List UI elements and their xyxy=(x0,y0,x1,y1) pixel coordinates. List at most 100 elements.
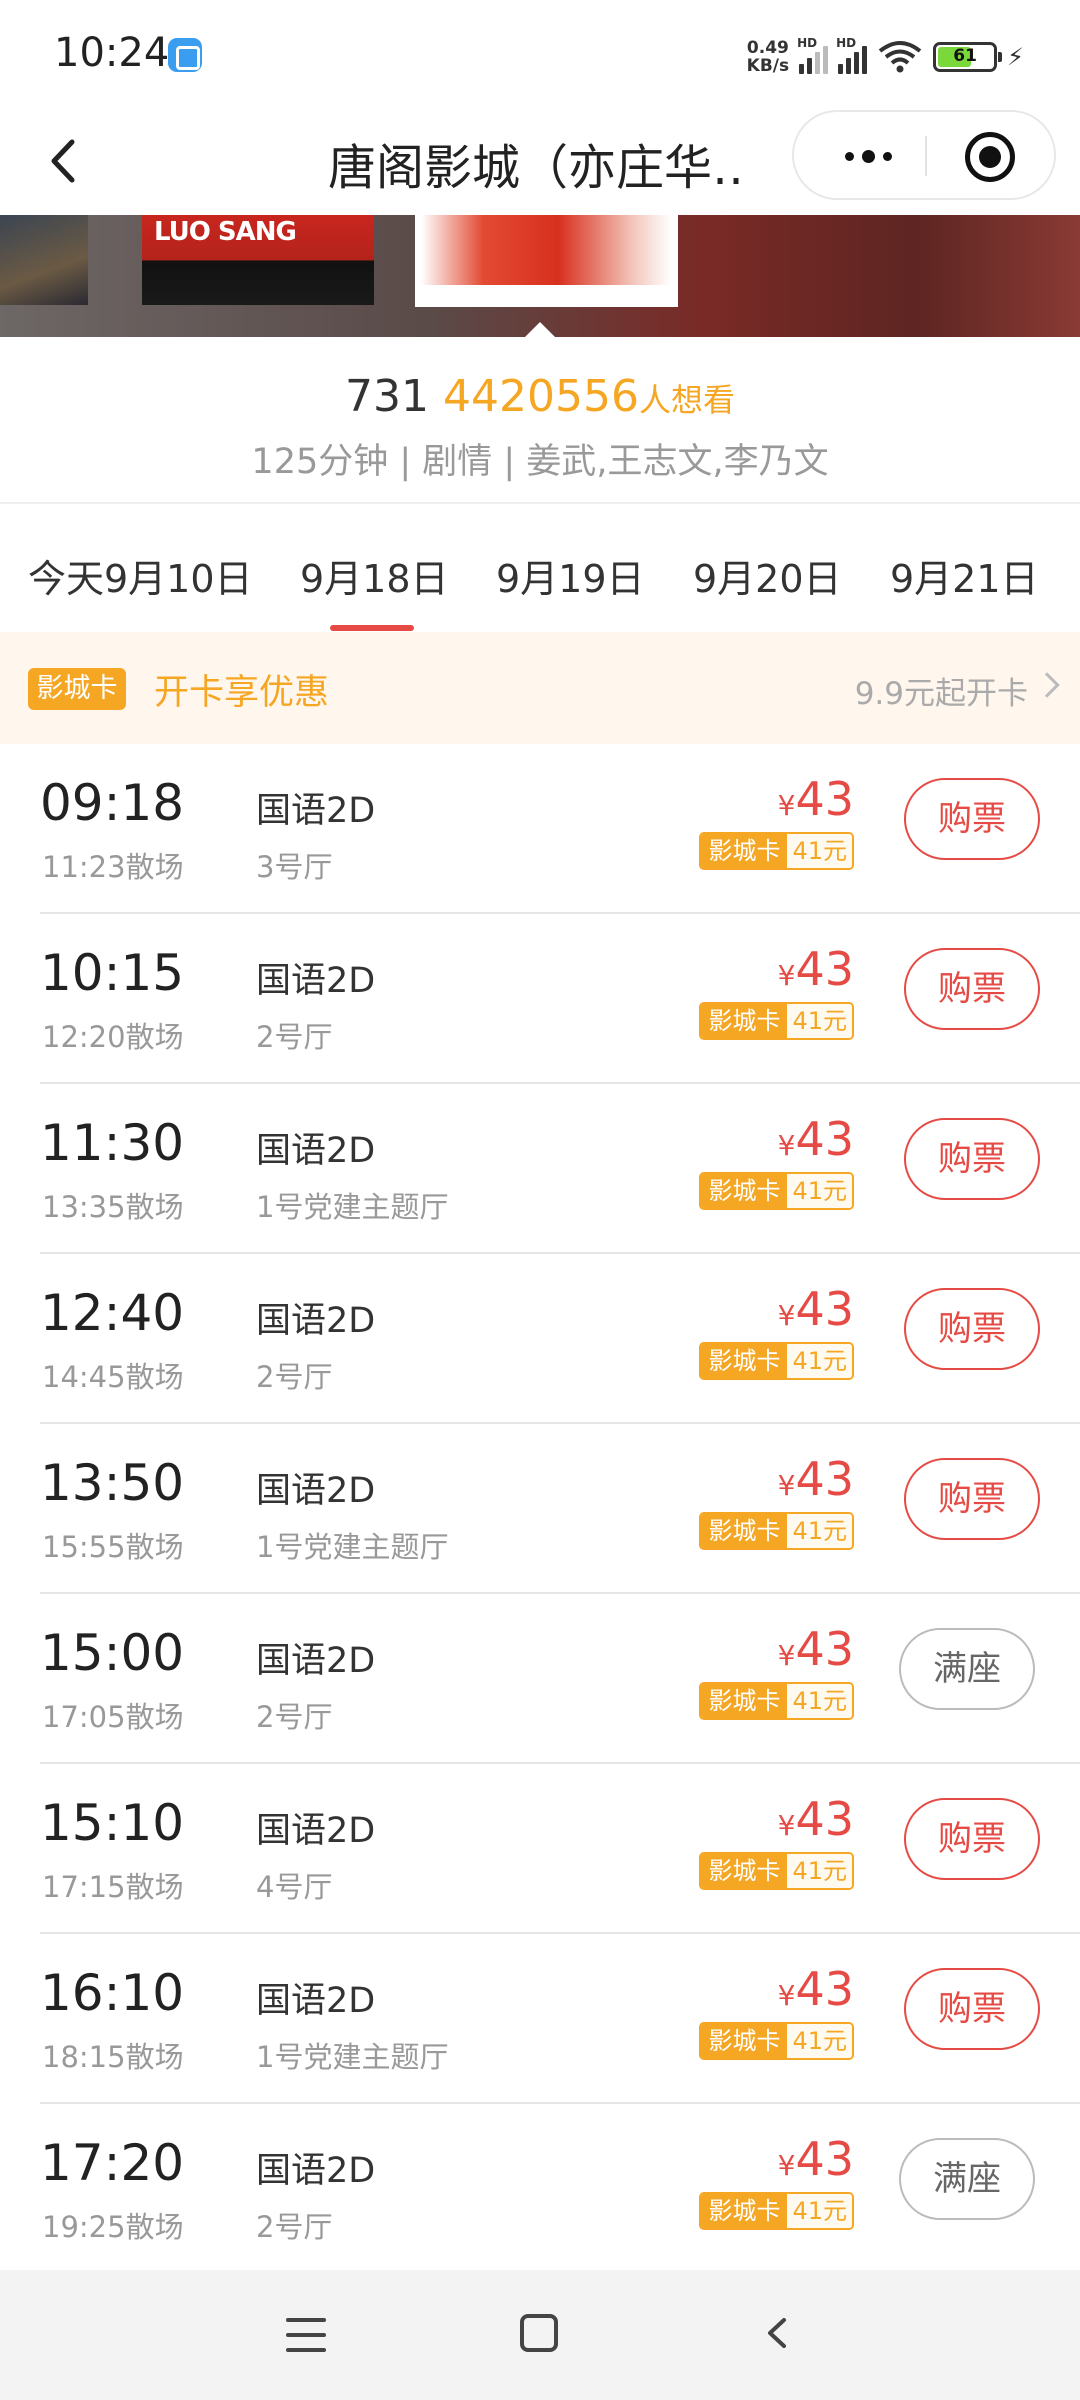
currency-symbol: ¥ xyxy=(777,959,796,992)
card-price-label: 影城卡 xyxy=(701,1684,788,1718)
close-icon[interactable] xyxy=(965,132,1015,182)
showtime-list: 09:18 11:23散场 国语2D 3号厅 ¥43 影城卡 41元 购票 10:… xyxy=(0,744,1080,2270)
charging-icon: ⚡ xyxy=(1007,43,1024,71)
poster-thumbnail[interactable] xyxy=(0,215,88,305)
tab-date-0921[interactable]: 9月21日 xyxy=(890,548,1039,603)
ticket-price: ¥43 xyxy=(778,1962,854,2016)
start-time: 16:10 xyxy=(40,1964,185,2022)
chevron-right-icon xyxy=(1034,672,1060,698)
end-time: 14:45散场 xyxy=(42,1360,184,1394)
poster-thumbnail-selected[interactable] xyxy=(415,215,678,307)
showtime-row[interactable]: 17:20 19:25散场 国语2D 2号厅 ¥43 影城卡 41元 满座 xyxy=(0,2104,1080,2270)
status-indicators: 0.49 KB/s HD HD 61 ⚡ xyxy=(747,34,1024,80)
signal-icon: HD xyxy=(797,36,829,74)
network-speed-value: 0.49 xyxy=(746,38,789,58)
tab-date-0919[interactable]: 9月19日 xyxy=(496,548,645,603)
hall-name: 3号厅 xyxy=(256,850,333,884)
card-price-value: 41元 xyxy=(787,2194,852,2228)
tab-date-0910[interactable]: 今天9月10日 xyxy=(28,548,253,603)
more-icon[interactable] xyxy=(828,132,908,180)
ticket-price: ¥43 xyxy=(778,1792,854,1846)
hall-name: 1号党建主题厅 xyxy=(256,1190,449,1224)
currency-symbol: ¥ xyxy=(777,1809,796,1842)
cinema-card-promo[interactable]: 影城卡 开卡享优惠 9.9元起开卡 xyxy=(0,632,1080,744)
card-price-label: 影城卡 xyxy=(701,1854,788,1888)
ticket-price: ¥43 xyxy=(778,942,854,996)
language-format: 国语2D xyxy=(256,1301,376,1341)
price-amount: 43 xyxy=(795,1622,854,1676)
price-amount: 43 xyxy=(795,772,854,826)
poster-thumbnail[interactable]: LUO SANG xyxy=(142,215,374,305)
card-price-label: 影城卡 xyxy=(701,834,788,868)
showtime-row[interactable]: 13:50 15:55散场 国语2D 1号党建主题厅 ¥43 影城卡 41元 购票 xyxy=(0,1424,1080,1594)
card-price-label: 影城卡 xyxy=(701,1344,788,1378)
price-amount: 43 xyxy=(795,2132,854,2186)
language-format: 国语2D xyxy=(256,961,376,1001)
card-price-value: 41元 xyxy=(787,2024,852,2058)
card-price-value: 41元 xyxy=(787,1344,852,1378)
ticket-price: ¥43 xyxy=(778,772,854,826)
showtime-row[interactable]: 15:00 17:05散场 国语2D 2号厅 ¥43 影城卡 41元 满座 xyxy=(0,1594,1080,1764)
hall-name: 1号党建主题厅 xyxy=(256,2040,449,2074)
back-nav-icon[interactable] xyxy=(762,2318,792,2348)
buy-ticket-button[interactable]: 购票 xyxy=(904,1798,1040,1880)
currency-symbol: ¥ xyxy=(777,1129,796,1162)
tab-date-0920[interactable]: 9月20日 xyxy=(693,548,842,603)
battery-icon: 61 xyxy=(933,42,1003,72)
sold-out-button[interactable]: 满座 xyxy=(899,2138,1035,2220)
start-time: 17:20 xyxy=(40,2134,185,2192)
selected-caret xyxy=(524,322,556,337)
language-format: 国语2D xyxy=(256,1131,376,1171)
end-time: 17:15散场 xyxy=(42,1870,184,1904)
language-format: 国语2D xyxy=(256,791,376,831)
buy-ticket-button[interactable]: 购票 xyxy=(904,778,1040,860)
price-amount: 43 xyxy=(795,1452,854,1506)
page-title: 唐阁影城（亦庄华… xyxy=(328,140,748,196)
want-count: 4420556 xyxy=(443,371,639,422)
movie-stats: 731 4420556人想看 xyxy=(0,371,1080,422)
buy-ticket-button[interactable]: 购票 xyxy=(904,948,1040,1030)
ticket-price: ¥43 xyxy=(778,1622,854,1676)
showtime-row[interactable]: 09:18 11:23散场 国语2D 3号厅 ¥43 影城卡 41元 购票 xyxy=(0,744,1080,914)
showtime-row[interactable]: 12:40 14:45散场 国语2D 2号厅 ¥43 影城卡 41元 购票 xyxy=(0,1254,1080,1424)
movie-info: 731 4420556人想看 125分钟 | 剧情 | 姜武,王志文,李乃文 xyxy=(0,337,1080,502)
date-tabs: 今天9月10日 9月18日 9月19日 9月20日 9月21日 xyxy=(0,504,1080,632)
home-icon[interactable] xyxy=(520,2314,558,2352)
end-time: 12:20散场 xyxy=(42,1020,184,1054)
currency-symbol: ¥ xyxy=(777,1469,796,1502)
sold-out-button[interactable]: 满座 xyxy=(899,1628,1035,1710)
card-price-badge: 影城卡 41元 xyxy=(699,2192,854,2230)
showtime-row[interactable]: 16:10 18:15散场 国语2D 1号党建主题厅 ¥43 影城卡 41元 购票 xyxy=(0,1934,1080,2104)
promo-open-card-text: 9.9元起开卡 xyxy=(854,676,1028,712)
card-price-badge: 影城卡 41元 xyxy=(699,1342,854,1380)
menu-icon[interactable] xyxy=(286,2318,326,2352)
buy-ticket-button[interactable]: 购票 xyxy=(904,1458,1040,1540)
hall-name: 2号厅 xyxy=(256,1360,333,1394)
card-price-badge: 影城卡 41元 xyxy=(699,2022,854,2060)
nav-bar: 唐阁影城（亦庄华… xyxy=(0,110,1080,215)
buy-ticket-button[interactable]: 购票 xyxy=(904,1118,1040,1200)
card-price-value: 41元 xyxy=(787,1514,852,1548)
showtime-row[interactable]: 15:10 17:15散场 国语2D 4号厅 ¥43 影城卡 41元 购票 xyxy=(0,1764,1080,1934)
network-speed-unit: KB/s xyxy=(746,56,790,76)
showtime-row[interactable]: 10:15 12:20散场 国语2D 2号厅 ¥43 影城卡 41元 购票 xyxy=(0,914,1080,1084)
app-notification-icon xyxy=(168,38,202,72)
language-format: 国语2D xyxy=(256,1641,376,1681)
language-format: 国语2D xyxy=(256,2151,376,2191)
showtime-row[interactable]: 11:30 13:35散场 国语2D 1号党建主题厅 ¥43 影城卡 41元 购票 xyxy=(0,1084,1080,1254)
buy-ticket-button[interactable]: 购票 xyxy=(904,1968,1040,2050)
tab-date-0918[interactable]: 9月18日 xyxy=(300,548,449,603)
end-time: 18:15散场 xyxy=(42,2040,184,2074)
end-time: 15:55散场 xyxy=(42,1530,184,1564)
currency-symbol: ¥ xyxy=(777,789,796,822)
buy-ticket-button[interactable]: 购票 xyxy=(904,1288,1040,1370)
system-navigation-bar xyxy=(0,2270,1080,2400)
price-amount: 43 xyxy=(795,1792,854,1846)
poster-carousel[interactable]: LUO SANG xyxy=(0,215,1080,337)
start-time: 13:50 xyxy=(40,1454,185,1512)
card-price-label: 影城卡 xyxy=(701,1514,788,1548)
network-speed: 0.49 KB/s xyxy=(747,39,789,75)
end-time: 11:23散场 xyxy=(42,850,184,884)
back-icon[interactable] xyxy=(30,126,100,196)
card-price-value: 41元 xyxy=(787,1174,852,1208)
